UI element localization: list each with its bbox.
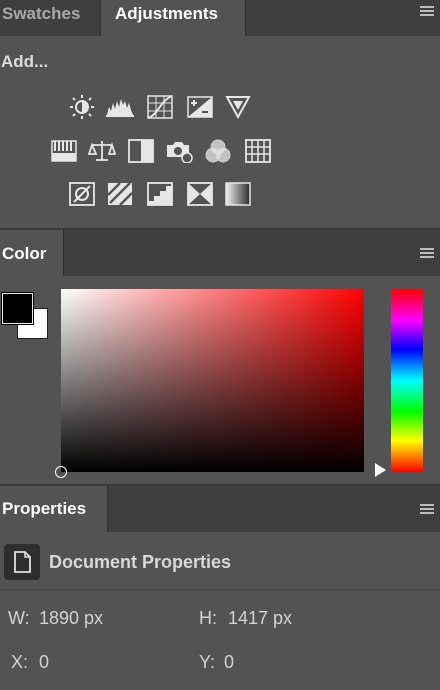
height-label: H: xyxy=(199,608,217,628)
tab-color[interactable]: Color xyxy=(0,230,64,276)
posterize-icon[interactable] xyxy=(106,182,134,206)
document-icon xyxy=(4,544,40,580)
width-label: W: xyxy=(8,608,30,628)
y-label: Y: xyxy=(199,652,216,672)
color-picker-handle[interactable] xyxy=(55,466,67,478)
black-white-icon[interactable] xyxy=(127,139,155,163)
properties-panel-header: Properties xyxy=(0,486,440,532)
invert-icon[interactable] xyxy=(68,182,96,206)
vibrance-icon[interactable] xyxy=(224,95,252,119)
section-divider xyxy=(0,589,440,590)
hue-slider-bar[interactable] xyxy=(391,289,423,472)
tab-adjustments[interactable]: Adjustments xyxy=(100,0,246,36)
color-panel-header: Color xyxy=(0,230,440,276)
panel-menu-icon[interactable] xyxy=(420,248,434,258)
tab-swatches[interactable]: Swatches xyxy=(0,0,100,36)
panel-menu-icon[interactable] xyxy=(420,504,434,514)
width-value[interactable]: 1890 px xyxy=(39,608,103,629)
add-label: Add... xyxy=(1,52,49,71)
gradient-map-icon[interactable] xyxy=(224,182,252,206)
y-value[interactable]: 0 xyxy=(224,652,234,673)
color-lookup-icon[interactable] xyxy=(244,139,272,163)
document-properties-title: Document Properties xyxy=(49,552,232,572)
hue-slider-handle-icon[interactable] xyxy=(375,463,386,477)
threshold-icon[interactable] xyxy=(146,182,174,206)
height-value[interactable]: 1417 px xyxy=(228,608,292,629)
hue-saturation-icon[interactable] xyxy=(50,139,78,163)
panel-menu-icon[interactable] xyxy=(420,6,434,16)
selective-color-icon[interactable] xyxy=(186,182,214,206)
color-balance-icon[interactable] xyxy=(88,139,116,163)
foreground-color-swatch[interactable] xyxy=(2,293,33,324)
brightness-contrast-icon[interactable] xyxy=(68,95,96,119)
photo-filter-icon[interactable] xyxy=(165,139,193,163)
x-value[interactable]: 0 xyxy=(39,652,49,673)
x-label: X: xyxy=(11,652,29,672)
color-field[interactable] xyxy=(55,289,364,478)
levels-icon[interactable] xyxy=(106,95,134,119)
curves-icon[interactable] xyxy=(146,95,174,119)
channel-mixer-icon[interactable] xyxy=(204,139,232,163)
tab-properties[interactable]: Properties xyxy=(0,486,108,532)
exposure-icon[interactable] xyxy=(186,95,214,119)
adjustments-panel-header: Swatches Adjustments xyxy=(0,0,440,36)
